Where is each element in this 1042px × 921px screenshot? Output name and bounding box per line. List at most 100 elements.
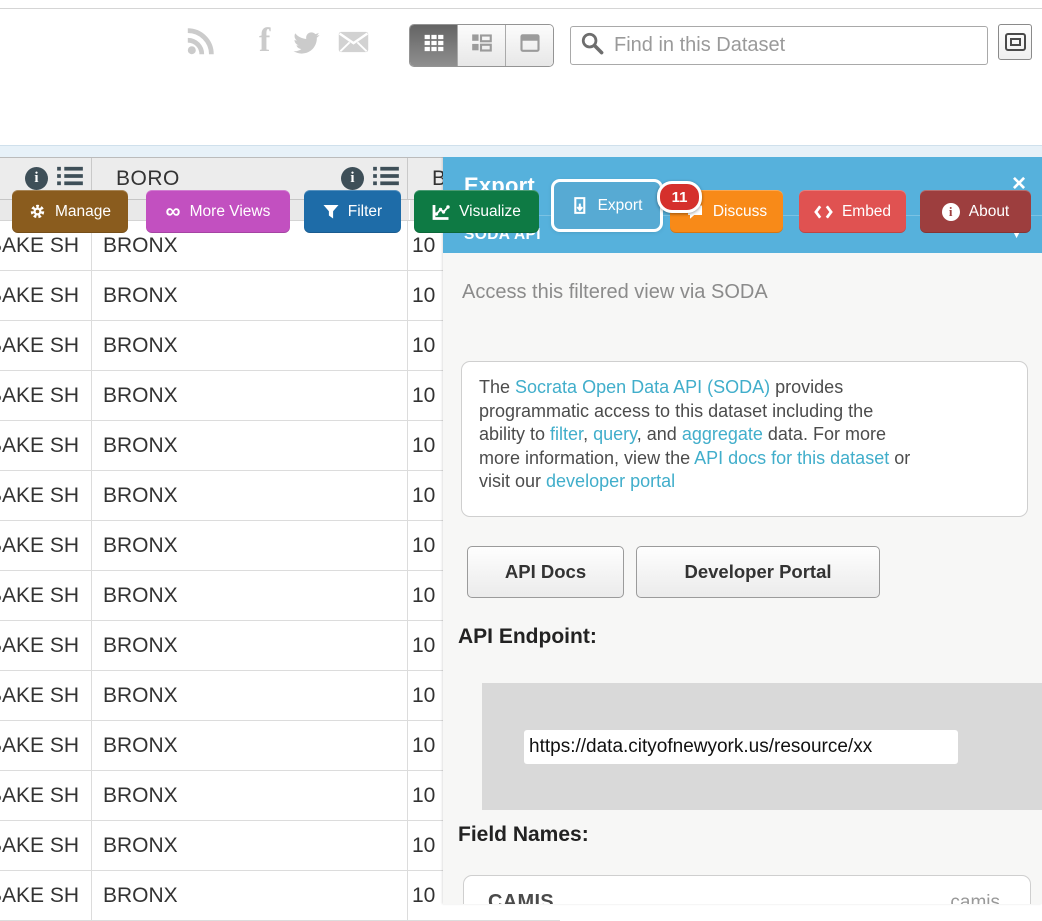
gear-icon xyxy=(29,203,46,220)
table-cell[interactable]: BRONX xyxy=(92,571,408,620)
table-cell[interactable]: BAKE SH xyxy=(0,771,92,820)
api-endpoint-input[interactable] xyxy=(524,730,958,764)
soda-description-text: visit our xyxy=(479,471,546,491)
about-button[interactable]: i About xyxy=(920,190,1031,233)
table-cell[interactable]: BRONX xyxy=(92,271,408,320)
table-cell[interactable]: BAKE SH xyxy=(0,471,92,520)
export-button[interactable]: Export xyxy=(554,182,660,229)
column-menu-icon[interactable] xyxy=(373,166,399,191)
soda-description-link[interactable]: query xyxy=(593,424,637,444)
column-info-icon[interactable]: i xyxy=(341,167,364,190)
code-brackets-icon xyxy=(814,205,833,219)
soda-intro-text: Access this filtered view via SODA xyxy=(462,281,768,304)
table-cell[interactable]: BRONX xyxy=(92,521,408,570)
view-toggle-group xyxy=(409,24,554,67)
table-cell[interactable]: BAKE SH xyxy=(0,321,92,370)
action-button-label: Filter xyxy=(348,203,382,221)
embed-button[interactable]: Embed xyxy=(799,190,906,233)
table-cell[interactable]: BAKE SH xyxy=(0,871,92,920)
rich-list-view-button[interactable] xyxy=(458,25,506,66)
table-cell[interactable]: BRONX xyxy=(92,721,408,770)
table-cell[interactable]: BAKE SH xyxy=(0,421,92,470)
soda-description-text: or xyxy=(889,448,910,468)
action-button-label: Discuss xyxy=(713,203,767,221)
table-cell[interactable]: BAKE SH xyxy=(0,621,92,670)
action-button-label: Visualize xyxy=(459,203,521,221)
action-button-label: Manage xyxy=(55,203,111,221)
table-cell[interactable]: BRONX xyxy=(92,871,408,920)
fullscreen-icon xyxy=(1005,33,1026,51)
table-cell[interactable]: BRONX xyxy=(92,771,408,820)
discuss-button[interactable]: Discuss 11 xyxy=(670,190,783,233)
action-button-label: About xyxy=(969,203,1010,221)
field-api-name: camis xyxy=(950,892,1000,904)
table-cell[interactable]: BAKE SH xyxy=(0,271,92,320)
action-button-label: Embed xyxy=(842,203,891,221)
facebook-icon[interactable]: f xyxy=(259,24,270,58)
field-names-box: CAMIS camis xyxy=(463,875,1031,904)
manage-button[interactable]: Manage xyxy=(12,190,128,233)
table-cell[interactable]: BAKE SH xyxy=(0,521,92,570)
funnel-icon xyxy=(323,204,339,220)
field-names-label: Field Names: xyxy=(458,823,589,847)
more-views-button[interactable]: ∞ More Views xyxy=(146,190,290,233)
page-view-icon xyxy=(520,33,540,58)
api-docs-button[interactable]: API Docs xyxy=(467,546,624,598)
rss-icon[interactable] xyxy=(186,27,215,61)
toolbar-bottom-strip xyxy=(0,145,1042,157)
export-doc-icon xyxy=(572,197,589,214)
soda-description-text: , and xyxy=(637,424,682,444)
info-circle-icon: i xyxy=(942,203,960,221)
table-cell[interactable]: BRONX xyxy=(92,371,408,420)
table-cell[interactable]: BAKE SH xyxy=(0,571,92,620)
soda-description-box: The Socrata Open Data API (SODA) provide… xyxy=(461,361,1028,517)
filter-button[interactable]: Filter xyxy=(304,190,401,233)
visualize-button[interactable]: Visualize xyxy=(414,190,539,233)
soda-description-text: The xyxy=(479,377,515,397)
grid-view-icon xyxy=(424,33,444,58)
action-button-label: More Views xyxy=(190,203,271,221)
fullscreen-button[interactable] xyxy=(998,24,1032,60)
top-divider xyxy=(0,8,1042,9)
soda-description-link[interactable]: aggregate xyxy=(682,424,763,444)
table-cell[interactable]: BRONX xyxy=(92,671,408,720)
table-cell[interactable]: BAKE SH xyxy=(0,671,92,720)
soda-description-text: more information, view the xyxy=(479,448,694,468)
export-panel: Export × SODA API ▼ Access this filtered… xyxy=(443,157,1042,904)
dataset-search xyxy=(570,26,988,65)
action-button-label: Export xyxy=(598,197,643,215)
page-view-button[interactable] xyxy=(506,25,553,66)
table-cell[interactable]: BRONX xyxy=(92,321,408,370)
soda-description-text: programmatic access to this dataset incl… xyxy=(479,401,873,421)
api-endpoint-box xyxy=(482,683,1042,810)
table-cell[interactable]: BRONX xyxy=(92,621,408,670)
column-menu-icon[interactable] xyxy=(57,166,83,191)
table-cell[interactable]: BAKE SH xyxy=(0,821,92,870)
table-cell[interactable]: BAKE SH xyxy=(0,371,92,420)
rich-list-view-icon xyxy=(472,33,492,58)
table-cell[interactable]: BRONX xyxy=(92,421,408,470)
soda-description-link[interactable]: API docs for this dataset xyxy=(694,448,889,468)
table-cell[interactable]: BAKE SH xyxy=(0,721,92,770)
field-row: CAMIS camis xyxy=(488,891,1000,904)
grid-view-button[interactable] xyxy=(410,25,458,66)
twitter-icon[interactable] xyxy=(291,30,322,61)
search-input[interactable] xyxy=(612,33,978,58)
table-cell[interactable]: BRONX xyxy=(92,821,408,870)
infinity-icon: ∞ xyxy=(166,205,181,219)
column-info-icon[interactable]: i xyxy=(25,167,48,190)
email-icon[interactable] xyxy=(338,31,369,58)
soda-description-text: ability to xyxy=(479,424,550,444)
developer-portal-button[interactable]: Developer Portal xyxy=(636,546,880,598)
table-cell[interactable]: BRONX xyxy=(92,471,408,520)
soda-description-link[interactable]: filter xyxy=(550,424,583,444)
chart-icon xyxy=(432,203,450,221)
soda-description-link[interactable]: developer portal xyxy=(546,471,675,491)
soda-description-link[interactable]: Socrata Open Data API (SODA) xyxy=(515,377,770,397)
field-name: CAMIS xyxy=(488,891,554,904)
column-title: BORO xyxy=(116,167,180,191)
search-icon xyxy=(580,31,604,60)
soda-description-text: data. For more xyxy=(763,424,886,444)
discuss-count-badge: 11 xyxy=(657,181,702,213)
action-button-row: Manage ∞ More Views Filter Visualize Exp… xyxy=(0,90,1042,157)
